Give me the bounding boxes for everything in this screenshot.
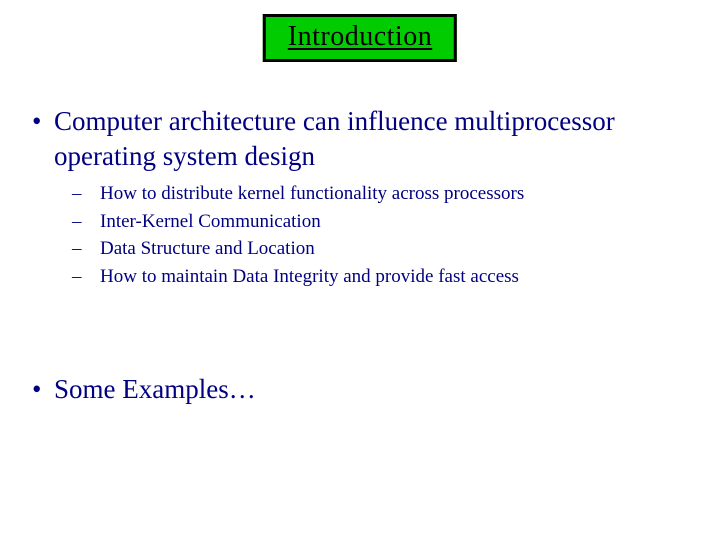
bullet2-text: How to distribute kernel functionality a… — [100, 180, 700, 208]
slide-title: Introduction — [263, 14, 457, 62]
bullet1-text: Some Examples… — [54, 372, 700, 407]
bullet-dash-icon: – — [72, 180, 100, 208]
bullet-level2: – Inter-Kernel Communication — [72, 208, 700, 236]
bullet-dot-icon: • — [32, 104, 54, 174]
bullet-level2: – How to maintain Data Integrity and pro… — [72, 263, 700, 291]
sub-bullet-list: – How to distribute kernel functionality… — [72, 180, 700, 290]
bullet-dot-icon: • — [32, 372, 54, 407]
bullet-level1: • Some Examples… — [32, 372, 700, 407]
bullet1-text: Computer architecture can influence mult… — [54, 104, 700, 174]
bullet-level2: – Data Structure and Location — [72, 235, 700, 263]
second-block: • Some Examples… — [32, 372, 700, 413]
bullet-dash-icon: – — [72, 263, 100, 291]
bullet2-text: Inter-Kernel Communication — [100, 208, 700, 236]
bullet-dash-icon: – — [72, 235, 100, 263]
body-content: • Computer architecture can influence mu… — [32, 104, 700, 290]
bullet-level1: • Computer architecture can influence mu… — [32, 104, 700, 174]
slide: Introduction • Computer architecture can… — [0, 0, 720, 540]
bullet-level2: – How to distribute kernel functionality… — [72, 180, 700, 208]
bullet-dash-icon: – — [72, 208, 100, 236]
bullet2-text: Data Structure and Location — [100, 235, 700, 263]
bullet2-text: How to maintain Data Integrity and provi… — [100, 263, 700, 291]
